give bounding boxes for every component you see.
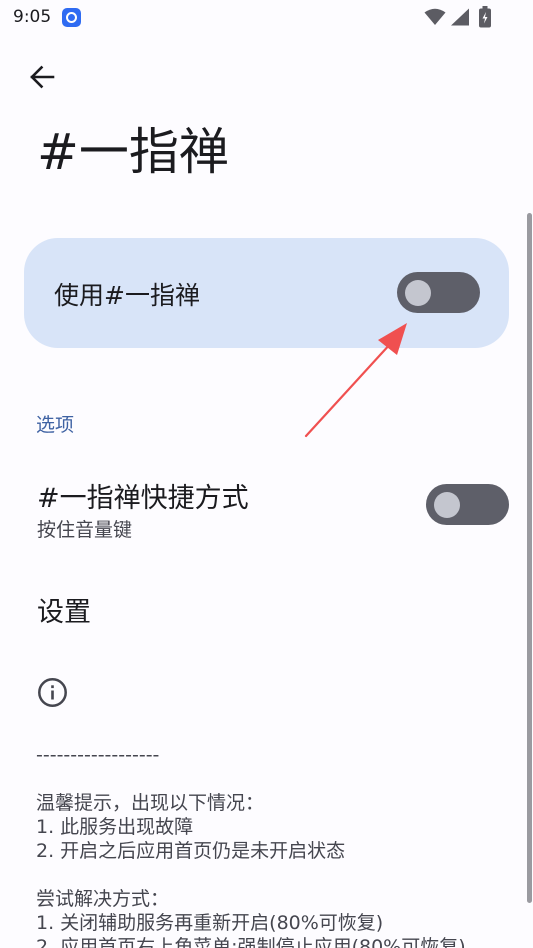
cell-signal-icon (451, 8, 469, 26)
back-button[interactable] (22, 57, 62, 97)
section-header-options: 选项 (36, 414, 75, 436)
footer-divider: ------------------ (36, 744, 160, 766)
switch-thumb (434, 492, 460, 518)
wifi-icon (424, 8, 446, 25)
screen: 9:05 #一指禅 使用#一指禅 选项 #一指禅快捷方式 按住音量键 设置 --… (0, 0, 533, 948)
shortcut-summary: 按住音量键 (37, 519, 133, 541)
arrow-left-icon (30, 65, 55, 89)
shortcut-title: #一指禅快捷方式 (37, 483, 249, 514)
page-title: #一指禅 (37, 123, 229, 181)
scrollbar-thumb[interactable] (527, 213, 532, 903)
footer-line: 1. 关闭辅助服务再重新开启(80%可恢复) (36, 912, 384, 934)
status-bar: 9:05 (0, 0, 533, 36)
footer-line: 2. 应用首页右上角菜单:强制停止应用(80%可恢复) (36, 936, 466, 948)
status-time: 9:05 (13, 7, 52, 27)
main-switch-label: 使用#一指禅 (54, 281, 200, 310)
footer-line: 1. 此服务出现故障 (36, 816, 194, 838)
footer-line: 2. 开启之后应用首页仍是未开启状态 (36, 840, 346, 862)
battery-charging-icon (479, 6, 491, 28)
app-notification-icon (62, 8, 81, 27)
shortcut-switch-toggle[interactable] (426, 484, 509, 525)
footer-gap (36, 767, 526, 791)
footer-gap (36, 863, 526, 887)
switch-thumb (405, 280, 431, 306)
settings-row[interactable]: 设置 (0, 578, 533, 640)
footer-tips: ------------------ 温馨提示，出现以下情况： 1. 此服务出现… (36, 743, 526, 948)
main-switch-toggle[interactable] (397, 272, 480, 313)
info-circle-icon (38, 678, 67, 707)
footer-line: 尝试解决方式： (36, 888, 170, 910)
footer-line: 温馨提示，出现以下情况： (36, 792, 265, 814)
settings-label: 设置 (37, 597, 91, 628)
